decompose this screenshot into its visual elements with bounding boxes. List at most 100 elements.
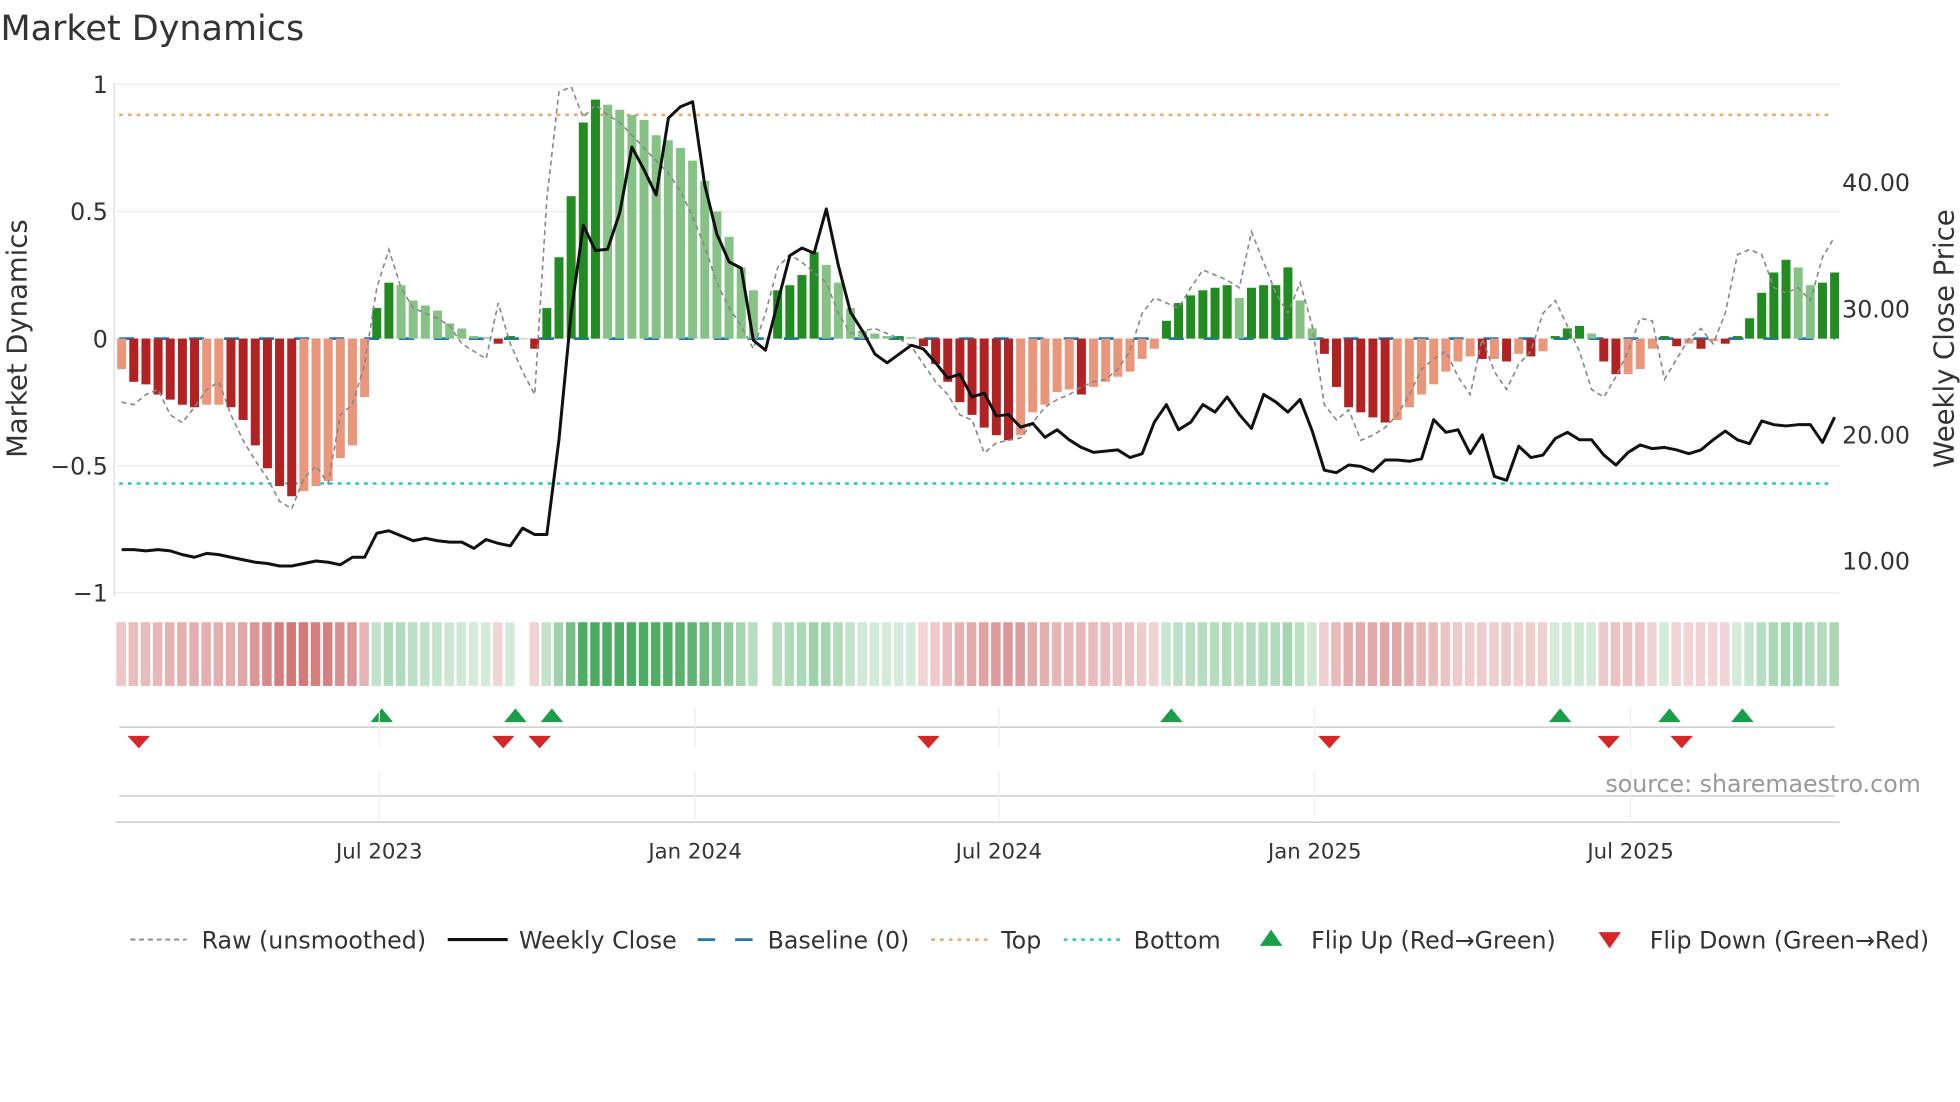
strip-cell	[1732, 622, 1742, 686]
bar	[542, 308, 552, 339]
bar	[955, 338, 965, 403]
bar	[882, 336, 892, 339]
bar	[797, 275, 807, 339]
strip-cell	[237, 622, 248, 686]
strip-cell	[1209, 622, 1220, 686]
bar	[1720, 338, 1730, 344]
strip-cell	[177, 622, 187, 686]
bar	[408, 300, 418, 339]
strip-cell	[1306, 622, 1317, 686]
strip-cell	[189, 622, 199, 686]
strip-cell	[881, 622, 892, 686]
strip-cell	[1124, 622, 1135, 686]
bar	[457, 328, 467, 339]
bar	[117, 338, 127, 370]
strip-cell	[978, 622, 989, 686]
bar	[323, 338, 333, 481]
legend-label: Baseline (0)	[768, 926, 910, 954]
y2-axis-ticks: 40.00 30.00 20.00 10.00	[1842, 169, 1910, 576]
bar	[1332, 338, 1342, 387]
strip-cell	[966, 622, 977, 686]
strip-cell	[128, 622, 139, 686]
bar	[1064, 338, 1074, 390]
strip-cell	[991, 622, 1001, 686]
bar	[1550, 336, 1560, 339]
bar	[590, 99, 600, 339]
bar	[1222, 285, 1232, 339]
bar	[1757, 292, 1767, 339]
strip-cell	[1707, 622, 1718, 686]
bar	[165, 338, 175, 400]
strip-cell	[1149, 622, 1159, 686]
bar	[1502, 338, 1512, 362]
bar	[177, 338, 187, 405]
bar	[1781, 259, 1791, 339]
bar	[1465, 338, 1475, 357]
strip-cell	[808, 622, 819, 686]
bar	[1574, 325, 1584, 339]
bar	[1016, 338, 1026, 436]
strip-cell	[1246, 622, 1256, 686]
strip-cell	[1768, 622, 1779, 686]
strip-cell	[395, 622, 406, 686]
strip-cell	[954, 622, 965, 686]
legend-label: Flip Down (Green→Red)	[1650, 926, 1929, 954]
y2-tick-label: 20.00	[1842, 422, 1910, 450]
bar	[809, 252, 819, 339]
bar	[384, 282, 394, 339]
x-tick-label: Jul 2024	[954, 839, 1042, 864]
y-tick-label: 0.5	[70, 198, 108, 226]
bar	[1246, 287, 1256, 339]
strip-cell	[1039, 622, 1050, 686]
bar	[821, 264, 831, 339]
strip-cell	[1562, 622, 1572, 686]
strip-cell	[1829, 622, 1839, 686]
bar	[493, 338, 503, 344]
strip-cell	[1477, 622, 1487, 686]
strip-cell	[1695, 622, 1706, 686]
bar	[1817, 282, 1827, 339]
bar	[1198, 290, 1208, 339]
strip-cell	[250, 622, 260, 686]
strip-cell	[784, 622, 795, 686]
strip-cell	[1464, 622, 1475, 686]
strip-cell	[760, 622, 769, 686]
strip-cell	[480, 622, 491, 686]
bar	[1161, 320, 1171, 339]
bar	[360, 338, 370, 398]
bar	[979, 338, 989, 428]
bar	[275, 338, 285, 487]
strip-cell	[1598, 622, 1609, 686]
y-tick-label: −1	[73, 580, 108, 608]
strip-cell	[1659, 622, 1669, 686]
strip-cell	[906, 622, 916, 686]
strip-cell	[1440, 622, 1451, 686]
strip-cell	[371, 622, 382, 686]
strip-cell	[1076, 622, 1086, 686]
flip-up-marker	[540, 708, 564, 723]
strip-cell	[1513, 622, 1523, 686]
strip-cell	[748, 622, 758, 686]
bar	[991, 338, 1001, 436]
strip-cell	[1720, 622, 1730, 686]
strip-cell	[735, 622, 746, 686]
y-axis-label: Market Dynamics	[2, 219, 34, 458]
strip-cell	[432, 622, 442, 686]
strip-cell	[201, 622, 211, 686]
bar	[250, 338, 260, 446]
strip-cell	[541, 622, 552, 686]
bar	[603, 104, 613, 339]
strip-cell	[1805, 622, 1815, 686]
bar	[1052, 338, 1062, 392]
strip-cell	[1258, 622, 1268, 686]
strip-cell	[723, 622, 734, 686]
flip-up-marker	[1160, 708, 1183, 723]
bar	[1635, 338, 1645, 370]
strip-cell	[1549, 622, 1560, 686]
flip-up-marker	[1731, 708, 1754, 723]
strip-cell	[1525, 622, 1536, 686]
bar	[238, 338, 248, 420]
strip-cell	[310, 622, 321, 686]
flip-up-marker	[504, 708, 527, 723]
bar	[1137, 338, 1147, 359]
